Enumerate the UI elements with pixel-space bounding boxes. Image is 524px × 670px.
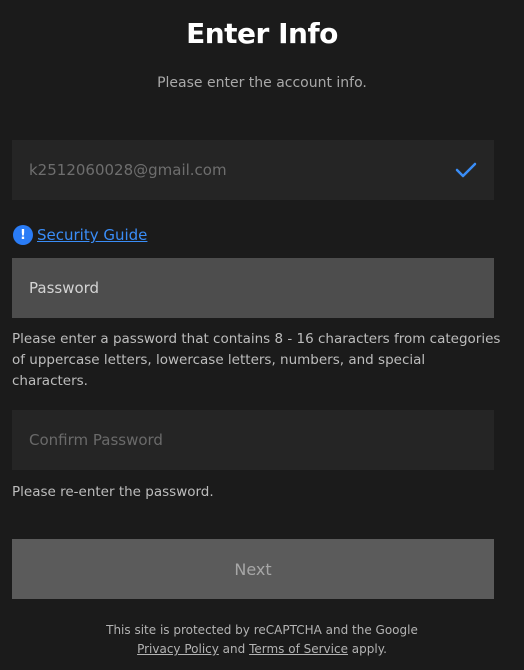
password-placeholder: Password: [29, 279, 100, 297]
privacy-policy-link[interactable]: Privacy Policy: [137, 642, 219, 656]
confirm-password-field[interactable]: Confirm Password: [12, 410, 494, 470]
password-hint: Please enter a password that contains 8 …: [12, 331, 501, 389]
security-guide: ! Security Guide: [13, 225, 147, 245]
next-button[interactable]: Next: [12, 539, 494, 599]
security-guide-link[interactable]: Security Guide: [37, 226, 147, 244]
page-subtitle: Please enter the account info.: [157, 75, 367, 91]
email-value: k2512060028@gmail.com: [29, 161, 227, 179]
terms-of-service-link[interactable]: Terms of Service: [249, 642, 348, 656]
checkmark-icon: [455, 162, 477, 178]
footer-and-text: and: [218, 642, 250, 656]
confirm-password-hint: Please re-enter the password.: [12, 484, 214, 500]
enter-info-page: Enter Info Please enter the account info…: [0, 0, 524, 670]
page-title: Enter Info: [186, 17, 338, 50]
info-icon: !: [13, 225, 33, 245]
footer-links: Privacy Policy and Terms of Service appl…: [0, 640, 524, 659]
confirm-password-placeholder: Confirm Password: [29, 431, 163, 449]
recaptcha-footer: This site is protected by reCAPTCHA and …: [0, 621, 524, 659]
recaptcha-notice: This site is protected by reCAPTCHA and …: [106, 623, 418, 637]
password-field[interactable]: Password: [12, 258, 494, 318]
email-field[interactable]: k2512060028@gmail.com: [12, 140, 494, 200]
footer-apply-text: apply.: [347, 642, 387, 656]
next-button-label: Next: [234, 559, 272, 579]
